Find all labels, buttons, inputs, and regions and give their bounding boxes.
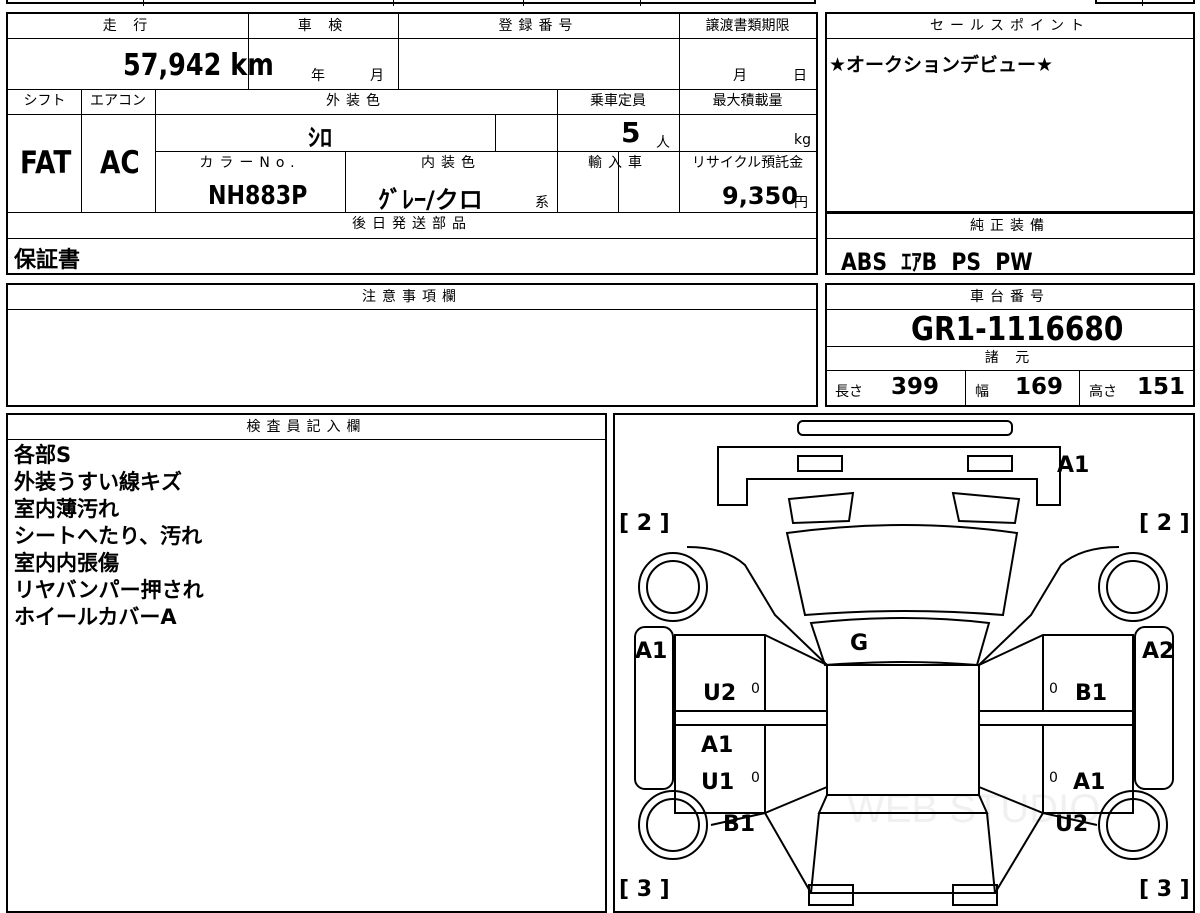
genuine-equipment-value: ABS ｴｱB PS PW — [841, 248, 1033, 276]
inspector-note: 室内薄汚れ — [14, 497, 119, 521]
exterior-color-value: ｼﾛ — [308, 124, 332, 152]
spec-length-value: 399 — [891, 374, 940, 400]
label-bracket-right-bottom: [ 3 ] — [1139, 877, 1190, 902]
interior-color-suffix: 系 — [535, 195, 549, 211]
label-bracket-left-top: [ 2 ] — [619, 511, 670, 536]
inspector-note: 室内内張傷 — [14, 551, 119, 575]
capacity-unit: 人 — [656, 135, 670, 151]
color-no-header: カラーNo. — [199, 155, 301, 171]
inspection-year-label: 年 — [311, 68, 325, 84]
zero-mark-left-rear: 0 — [751, 770, 760, 786]
notes-header: 注意事項欄 — [362, 289, 462, 305]
inspector-note: 外装うすい線キズ — [14, 470, 182, 494]
car-outline-diagram — [634, 420, 1174, 906]
car-diagram-box: A1 [ 2 ] [ 2 ] A1 A2 G U2 0 0 B1 A1 U1 0… — [613, 413, 1195, 913]
later-parts-header: 後日発送部品 — [352, 216, 472, 232]
label-bracket-right-top: [ 2 ] — [1139, 511, 1190, 536]
sales-point-box: セールスポイント ★オークションデビュー★ — [825, 12, 1195, 213]
chassis-specs-box: 車台番号 GR1-1116680 諸 元 長さ 399 幅 169 高さ 151 — [825, 283, 1195, 407]
aircon-header: エアコン — [90, 93, 146, 109]
transfer-day-label: 日 — [793, 68, 807, 84]
sales-point-value: ★オークションデビュー★ — [829, 54, 1054, 76]
label-left-rear-fender: B1 — [723, 812, 756, 837]
zero-mark-right-front: 0 — [1049, 681, 1058, 697]
capacity-value: 5 — [621, 116, 641, 149]
inspector-note: 各部S — [14, 443, 72, 467]
label-left-front-fender: A1 — [635, 639, 668, 664]
vehicle-info-table: 走 行 車 検 登録番号 譲渡書類期限 57,942 km 年 月 月 日 シフ… — [6, 12, 818, 275]
shift-value: FAT — [20, 145, 72, 181]
inspector-box: 検査員記入欄 各部S 外装うすい線キズ 室内薄汚れ シートへたり、汚れ 室内内張… — [6, 413, 607, 913]
label-roof: G — [850, 631, 869, 656]
label-left-front-door: U2 — [703, 681, 737, 706]
registration-header: 登録番号 — [498, 18, 579, 34]
top-strip-left — [6, 0, 816, 6]
inspector-note: シートへたり、汚れ — [14, 524, 203, 548]
inspector-notes-list: 各部S 外装うすい線キズ 室内薄汚れ シートへたり、汚れ 室内内張傷 リヤバンパ… — [14, 442, 204, 631]
inspection-header: 車 検 — [297, 18, 349, 34]
max-load-unit: kg — [794, 132, 811, 148]
spec-width-label: 幅 — [975, 384, 989, 400]
aircon-value: AC — [100, 145, 140, 181]
watermark: WEB STUDIO — [847, 787, 1101, 831]
shift-header: シフト — [23, 93, 66, 109]
interior-color-value: ｸﾞﾚｰ/クロ — [378, 186, 483, 214]
mileage-value: 57,942 km — [123, 48, 274, 83]
sales-point-header: セールスポイント — [930, 18, 1090, 34]
recycle-value: 9,350 — [722, 182, 798, 210]
genuine-equipment-box: 純正装備 ABS ｴｱB PS PW — [825, 212, 1195, 276]
zero-mark-right-rear: 0 — [1049, 770, 1058, 786]
imported-header: 輸入車 — [588, 155, 648, 171]
notes-box: 注意事項欄 — [6, 283, 818, 407]
label-front-right: A1 — [1057, 453, 1090, 478]
transfer-month-label: 月 — [733, 68, 747, 84]
inspector-note: リヤバンパー押され — [14, 578, 204, 602]
label-right-front-door: B1 — [1075, 681, 1108, 706]
max-load-header: 最大積載量 — [712, 93, 783, 109]
spec-length-label: 長さ — [835, 384, 863, 400]
interior-color-header: 内装色 — [421, 155, 481, 171]
transfer-deadline-header: 譲渡書類期限 — [705, 18, 790, 34]
inspector-note: ホイールカバーA — [14, 605, 177, 629]
later-parts-value: 保証書 — [14, 248, 81, 273]
specs-header: 諸 元 — [984, 350, 1036, 366]
top-strip-right — [1095, 0, 1195, 6]
color-no-value: NH883P — [208, 181, 308, 211]
recycle-unit: 円 — [794, 195, 808, 211]
inspector-header: 検査員記入欄 — [246, 419, 367, 435]
recycle-header: リサイクル預託金 — [691, 155, 804, 171]
capacity-header: 乗車定員 — [590, 93, 646, 109]
genuine-equipment-header: 純正装備 — [970, 218, 1050, 234]
spec-height-label: 高さ — [1089, 384, 1117, 400]
label-left-rear-door-a: A1 — [701, 733, 734, 758]
label-right-front-fender: A2 — [1142, 639, 1175, 664]
mileage-header: 走 行 — [102, 18, 154, 34]
label-bracket-left-bottom: [ 3 ] — [619, 877, 670, 902]
zero-mark-left-front: 0 — [751, 681, 760, 697]
chassis-no-header: 車台番号 — [970, 289, 1050, 305]
exterior-color-header: 外装色 — [326, 93, 386, 109]
inspection-month-label: 月 — [370, 68, 384, 84]
spec-height-value: 151 — [1137, 374, 1186, 400]
spec-width-value: 169 — [1015, 374, 1064, 400]
label-left-rear-door-u: U1 — [701, 770, 735, 795]
chassis-no-value: GR1-1116680 — [911, 309, 1124, 348]
